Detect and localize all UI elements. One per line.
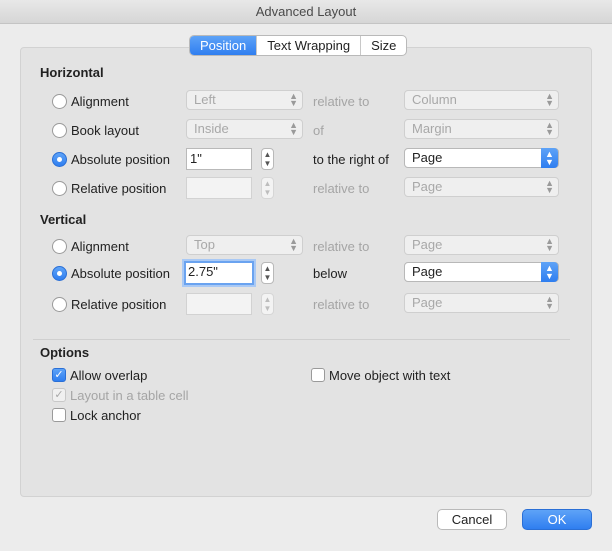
h-relative-position-stepper: ▲ ▼ <box>261 177 274 199</box>
v-absolute-position-stepper[interactable]: ▲ ▼ <box>261 262 274 284</box>
h-relative-position-label: Relative position <box>71 181 167 196</box>
h-absolute-position-radio[interactable] <box>52 152 67 167</box>
h-absolute-position-target-select[interactable]: Page ▲ ▼ <box>404 148 559 168</box>
window-title: Advanced Layout <box>0 0 612 24</box>
section-divider <box>33 339 570 340</box>
vertical-heading: Vertical <box>40 212 87 227</box>
v-absolute-position-target-value: Page <box>412 264 443 279</box>
move-object-with-text-checkbox[interactable] <box>311 368 325 382</box>
h-relative-position-input <box>186 177 252 199</box>
h-book-layout-label: Book layout <box>71 123 139 138</box>
h-book-layout-target-select: Margin ▲ ▼ <box>404 119 559 139</box>
v-relative-position-target-value: Page <box>412 295 443 310</box>
tab-position[interactable]: Position <box>190 36 257 55</box>
lock-anchor-label: Lock anchor <box>70 408 141 423</box>
v-absolute-position-target-select[interactable]: Page ▲ ▼ <box>404 262 559 282</box>
horizontal-heading: Horizontal <box>40 65 104 80</box>
chevron-updown-icon: ▲ ▼ <box>541 148 558 168</box>
chevron-updown-icon: ▲ ▼ <box>545 236 554 253</box>
h-relative-position-target-value: Page <box>412 179 443 194</box>
v-relative-position-stepper: ▲ ▼ <box>261 293 274 315</box>
v-alignment-target-select: Page ▲ ▼ <box>404 235 559 255</box>
h-book-layout-value: Inside <box>194 121 229 136</box>
h-relative-position-relation: relative to <box>313 181 370 196</box>
allow-overlap-label: Allow overlap <box>70 368 148 383</box>
lock-anchor-checkbox[interactable] <box>52 408 66 422</box>
layout-in-table-cell-checkbox: ✓ <box>52 388 66 402</box>
v-absolute-position-relation: below <box>313 266 347 281</box>
v-alignment-target-value: Page <box>412 237 443 252</box>
h-book-layout-target-value: Margin <box>412 121 452 136</box>
h-relative-position-radio[interactable] <box>52 181 67 196</box>
options-heading: Options <box>40 345 90 360</box>
chevron-updown-icon: ▲ ▼ <box>545 120 554 137</box>
h-absolute-position-label: Absolute position <box>71 152 171 167</box>
v-relative-position-input <box>186 293 252 315</box>
layout-in-table-cell-label: Layout in a table cell <box>70 388 189 403</box>
h-alignment-value: Left <box>194 92 216 107</box>
h-book-layout-select: Inside ▲ ▼ <box>186 119 303 139</box>
h-absolute-position-stepper[interactable]: ▲ ▼ <box>261 148 274 170</box>
v-alignment-value: Top <box>194 237 215 252</box>
tab-text-wrapping[interactable]: Text Wrapping <box>256 36 360 55</box>
v-relative-position-target-select: Page ▲ ▼ <box>404 293 559 313</box>
h-absolute-position-target-value: Page <box>412 150 443 165</box>
v-absolute-position-radio[interactable] <box>52 266 67 281</box>
v-relative-position-label: Relative position <box>71 297 167 312</box>
v-absolute-position-label: Absolute position <box>71 266 171 281</box>
chevron-updown-icon: ▲ ▼ <box>545 178 554 195</box>
h-alignment-target-value: Column <box>412 92 457 107</box>
h-alignment-select: Left ▲ ▼ <box>186 90 303 110</box>
v-alignment-label: Alignment <box>71 239 129 254</box>
chevron-updown-icon: ▲ ▼ <box>541 262 558 282</box>
tab-size[interactable]: Size <box>360 36 406 55</box>
tab-bar: Position Text Wrapping Size <box>189 35 408 56</box>
v-absolute-position-input[interactable]: 2.75" <box>184 261 254 285</box>
v-relative-position-radio[interactable] <box>52 297 67 312</box>
ok-button[interactable]: OK <box>522 509 592 530</box>
h-absolute-position-input[interactable]: 1" <box>186 148 252 170</box>
h-alignment-target-select: Column ▲ ▼ <box>404 90 559 110</box>
h-relative-position-target-select: Page ▲ ▼ <box>404 177 559 197</box>
move-object-with-text-label: Move object with text <box>329 368 451 383</box>
v-alignment-relation: relative to <box>313 239 370 254</box>
h-alignment-relation: relative to <box>313 94 370 109</box>
v-relative-position-relation: relative to <box>313 297 370 312</box>
h-alignment-label: Alignment <box>71 94 129 109</box>
chevron-updown-icon: ▲ ▼ <box>289 120 298 137</box>
cancel-button[interactable]: Cancel <box>437 509 507 530</box>
chevron-updown-icon: ▲ ▼ <box>289 236 298 253</box>
chevron-updown-icon: ▲ ▼ <box>545 91 554 108</box>
allow-overlap-checkbox[interactable]: ✓ <box>52 368 66 382</box>
h-book-layout-relation: of <box>313 123 324 138</box>
h-book-layout-radio[interactable] <box>52 123 67 138</box>
chevron-updown-icon: ▲ ▼ <box>289 91 298 108</box>
v-alignment-radio[interactable] <box>52 239 67 254</box>
v-alignment-select: Top ▲ ▼ <box>186 235 303 255</box>
h-alignment-radio[interactable] <box>52 94 67 109</box>
chevron-updown-icon: ▲ ▼ <box>545 294 554 311</box>
h-absolute-position-relation: to the right of <box>313 152 389 167</box>
